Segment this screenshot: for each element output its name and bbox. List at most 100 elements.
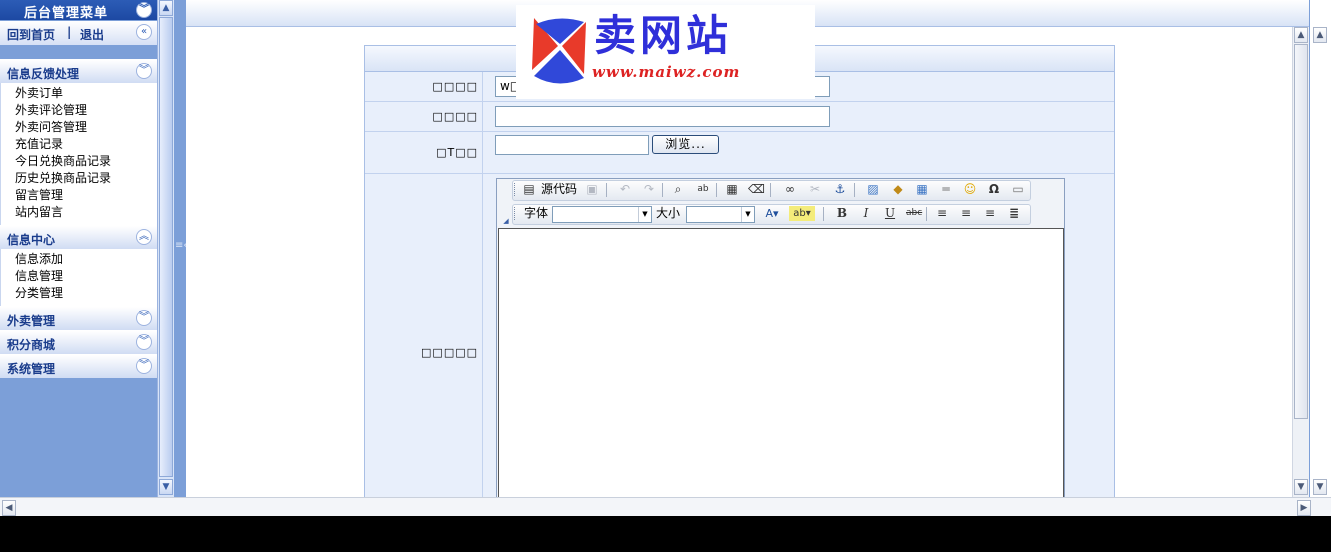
form-row-2: □□□□ <box>365 102 1114 132</box>
menu-item-history-exchange[interactable]: 历史兑换商品记录 <box>15 170 157 187</box>
dropdown-arrow-icon[interactable]: ▼ <box>638 207 651 222</box>
scroll-down-icon[interactable]: ▼ <box>159 479 173 495</box>
collapse-toolbar-icon[interactable]: ◢ <box>498 214 514 229</box>
text-color-icon[interactable]: A▾ <box>760 206 784 221</box>
menu-item-site-messages[interactable]: 站内留言 <box>15 204 157 221</box>
field-label: □T□□ <box>365 132 483 173</box>
source-code-button[interactable]: 源代码 <box>539 181 579 198</box>
toolbar-separator <box>926 207 927 221</box>
scroll-down-icon[interactable]: ▼ <box>1294 479 1308 495</box>
menu-group-system[interactable]: 系统管理 ︾ <box>0 354 157 378</box>
menu-group-items: 信息添加 信息管理 分类管理 <box>0 249 157 306</box>
paste-icon[interactable]: ▣ <box>584 182 600 197</box>
frame-splitter[interactable]: ≡« <box>174 0 190 497</box>
redo-icon[interactable]: ↷ <box>641 182 657 197</box>
sidebar-header: 后台管理菜单 ︾ <box>0 0 157 21</box>
chevron-down-icon[interactable]: ︾ <box>136 358 152 374</box>
smiley-icon[interactable]: ☺ <box>962 182 978 197</box>
source-code-icon[interactable]: ▤ <box>521 182 537 197</box>
logout-link[interactable]: 退出 <box>80 26 104 43</box>
menu-item-category-manage[interactable]: 分类管理 <box>15 285 157 302</box>
menu-group-feedback[interactable]: 信息反馈处理 ︾ <box>0 59 157 83</box>
menu-group-points-mall[interactable]: 积分商城 ︾ <box>0 330 157 354</box>
eraser-icon[interactable]: ⌫ <box>748 182 765 197</box>
field-cell: ▤ 源代码 ▣ ↶ ↷ ⌕ ab ▦ ⌫ ∞ ✂ ⚓ ▨ ◆ ▦ ═ ☺ Ω ▭… <box>484 174 1114 514</box>
collapse-left-icon[interactable]: « <box>136 24 152 40</box>
anchor-icon[interactable]: ⚓ <box>832 182 848 197</box>
chevron-down-icon[interactable]: ︾ <box>136 334 152 350</box>
outer-scrollbar[interactable]: ▲ ▼ <box>1309 0 1331 497</box>
select-all-icon[interactable]: ▦ <box>724 182 740 197</box>
menu-item-today-exchange[interactable]: 今日兑换商品记录 <box>15 153 157 170</box>
link-icon[interactable]: ∞ <box>782 182 798 197</box>
scroll-up-icon[interactable]: ▲ <box>159 0 173 16</box>
align-left-icon[interactable]: ≡ <box>934 206 950 221</box>
special-char-icon[interactable]: Ω <box>986 182 1002 197</box>
undo-icon[interactable]: ↶ <box>617 182 633 197</box>
toolbar-separator <box>662 183 663 197</box>
menu-group-title: 积分商城 <box>7 338 56 352</box>
scroll-down-icon[interactable]: ▼ <box>1313 479 1327 495</box>
main-scrollbar[interactable]: ▲ ▼ <box>1292 27 1309 497</box>
toolbar-separator <box>770 183 771 197</box>
page-break-icon[interactable]: ▭ <box>1010 182 1026 197</box>
bg-color-icon[interactable]: ab▾ <box>789 206 815 221</box>
scroll-up-icon[interactable]: ▲ <box>1294 27 1308 43</box>
toolbar-separator <box>823 207 824 221</box>
scroll-left-icon[interactable]: ◀ <box>2 500 16 516</box>
browse-button[interactable]: 浏览... <box>652 135 719 154</box>
image-icon[interactable]: ▨ <box>865 182 881 197</box>
toolbar-grip-icon <box>514 207 517 220</box>
chevron-down-icon[interactable]: ︾ <box>136 310 152 326</box>
horizontal-scrollbar[interactable]: ◀ ▶ <box>0 497 1331 516</box>
font-select[interactable]: ▼ <box>552 206 652 223</box>
menu-item-qa-manage[interactable]: 外卖问答管理 <box>15 119 157 136</box>
scrollbar-thumb[interactable] <box>1294 44 1308 419</box>
edit-form: □□□□ w□ □□□□ □T□□ 浏览... □□□□□ ▤ 源代码 ▣ ↶ … <box>364 45 1115 514</box>
file-path-input[interactable] <box>495 135 649 155</box>
align-right-icon[interactable]: ≡ <box>982 206 998 221</box>
form-row-3: □T□□ 浏览... <box>365 132 1114 174</box>
chevron-up-icon[interactable]: ︽ <box>136 229 152 245</box>
menu-group-title: 外卖管理 <box>7 314 56 328</box>
toolbar-separator <box>854 183 855 197</box>
field-label: □□□□□ <box>365 174 483 514</box>
home-link[interactable]: 回到首页 <box>7 26 55 43</box>
align-center-icon[interactable]: ≡ <box>958 206 974 221</box>
menu-group-info-center[interactable]: 信息中心 ︽ <box>0 225 157 249</box>
menu-item-info-manage[interactable]: 信息管理 <box>15 268 157 285</box>
size-select[interactable]: ▼ <box>686 206 755 223</box>
menu-item-recharge-records[interactable]: 充值记录 <box>15 136 157 153</box>
text-input[interactable] <box>495 106 830 127</box>
sidebar-scrollbar[interactable]: ▲ ▼ <box>157 0 174 497</box>
chevron-down-icon[interactable]: ︾ <box>136 63 152 79</box>
menu-item-takeout-orders[interactable]: 外卖订单 <box>15 85 157 102</box>
scrollbar-thumb[interactable] <box>159 17 173 477</box>
field-cell <box>484 102 1114 131</box>
table-icon[interactable]: ▦ <box>914 182 930 197</box>
flash-icon[interactable]: ◆ <box>890 182 906 197</box>
collapse-all-icon[interactable]: ︾ <box>136 2 152 18</box>
underline-icon[interactable]: U <box>882 206 898 221</box>
rich-text-editor: ▤ 源代码 ▣ ↶ ↷ ⌕ ab ▦ ⌫ ∞ ✂ ⚓ ▨ ◆ ▦ ═ ☺ Ω ▭… <box>496 178 1065 508</box>
unlink-icon[interactable]: ✂ <box>807 182 823 197</box>
find-icon[interactable]: ⌕ <box>670 182 686 197</box>
menu-group-title: 信息反馈处理 <box>7 67 80 81</box>
scroll-right-icon[interactable]: ▶ <box>1297 500 1311 516</box>
italic-icon[interactable]: I <box>858 206 874 221</box>
sidebar-quick-links: 回到首页 | 退出 « <box>0 21 157 45</box>
watermark-logo: 卖网站 www.maiwz.com <box>516 5 815 99</box>
replace-icon[interactable]: ab <box>695 182 711 197</box>
bold-icon[interactable]: B <box>834 206 850 221</box>
menu-item-review-manage[interactable]: 外卖评论管理 <box>15 102 157 119</box>
align-justify-icon[interactable]: ≣ <box>1006 206 1022 221</box>
menu-group-takeout[interactable]: 外卖管理 ︾ <box>0 306 157 330</box>
horizontal-rule-icon[interactable]: ═ <box>938 182 954 197</box>
menu-item-info-add[interactable]: 信息添加 <box>15 251 157 268</box>
menu-item-message-manage[interactable]: 留言管理 <box>15 187 157 204</box>
strikethrough-icon[interactable]: abc <box>906 206 922 221</box>
dropdown-arrow-icon[interactable]: ▼ <box>741 207 754 222</box>
menu-group-title: 信息中心 <box>7 233 56 247</box>
editor-content-area[interactable] <box>498 228 1064 508</box>
scroll-up-icon[interactable]: ▲ <box>1313 27 1327 43</box>
